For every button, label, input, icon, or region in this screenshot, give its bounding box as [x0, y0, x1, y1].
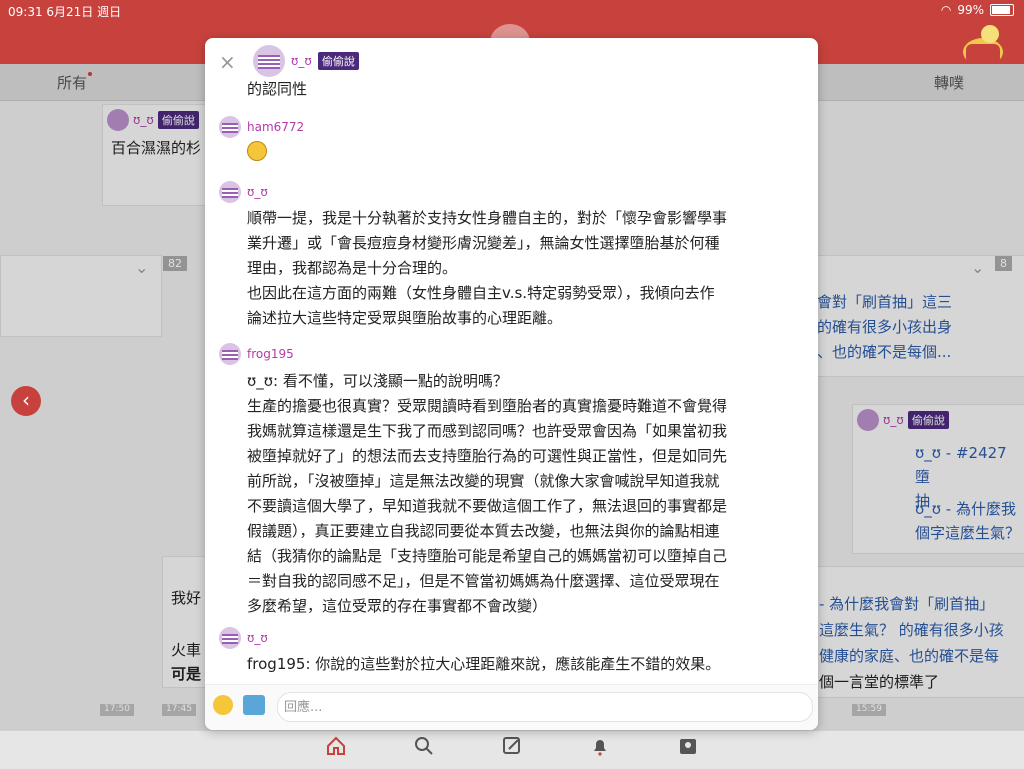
status-bar: 09:31 6月21日 週日 ◠ 99%	[0, 0, 1024, 20]
response-body: frog195: 你說的這些對於拉大心理距離來說，應該能產生不錯的效果。	[247, 655, 721, 673]
avatar[interactable]	[219, 343, 241, 365]
header-username[interactable]: ʊ_ʊ	[291, 54, 312, 68]
image-icon[interactable]	[243, 695, 265, 715]
response-body	[247, 141, 807, 169]
avatar[interactable]	[219, 116, 241, 138]
response-username[interactable]: frog195	[247, 347, 294, 361]
response-body: 順帶一提，我是十分執著於支持女性身體自主的，對於「懷孕會影響學事 業升遷」或「會…	[247, 209, 728, 327]
response-username[interactable]: ʊ_ʊ	[247, 185, 268, 199]
response-header: ham6772	[219, 116, 304, 138]
bell-icon[interactable]	[589, 735, 611, 757]
modal-header: ʊ_ʊ 偷偷說	[253, 45, 359, 77]
wifi-icon: ◠	[940, 3, 952, 17]
emoji-icon[interactable]	[213, 695, 233, 715]
avatar[interactable]	[253, 45, 285, 77]
response-body: ʊ_ʊ: 看不懂，可以淺顯一點的說明嗎？ 生產的擔憂也很真實？受眾閱讀時看到墮胎…	[247, 372, 728, 615]
search-icon[interactable]	[413, 735, 435, 757]
plurk-detail-modal: × ʊ_ʊ 偷偷說 的認同性 ham6772 ʊ_ʊ 順帶一提，我是十分執著於支…	[205, 38, 818, 730]
battery-icon	[990, 4, 1014, 16]
response-header: ʊ_ʊ	[219, 627, 268, 649]
avatar[interactable]	[219, 181, 241, 203]
plurk-content: 的認同性	[247, 80, 308, 98]
compose-icon[interactable]	[501, 735, 523, 757]
response-header: ʊ_ʊ	[219, 181, 268, 203]
battery-percent: 99%	[957, 3, 984, 17]
bottom-nav	[0, 730, 1024, 769]
home-icon[interactable]	[325, 735, 347, 757]
laugh-emoji-icon	[247, 141, 267, 161]
response-username[interactable]: ʊ_ʊ	[247, 631, 268, 645]
reply-bar: 回應...	[205, 684, 818, 730]
response-header: frog195	[219, 343, 294, 365]
avatar[interactable]	[219, 627, 241, 649]
status-time: 09:31 6月21日 週日	[8, 5, 122, 19]
back-icon[interactable]: ‹	[11, 386, 41, 416]
anonymous-badge: 偷偷說	[317, 52, 359, 70]
reply-input[interactable]: 回應...	[277, 692, 813, 722]
mascot-icon[interactable]	[956, 22, 1010, 70]
profile-card-icon[interactable]	[677, 735, 699, 757]
close-icon[interactable]: ×	[219, 50, 236, 74]
response-username[interactable]: ham6772	[247, 120, 304, 134]
status-right: ◠ 99%	[941, 3, 1014, 17]
